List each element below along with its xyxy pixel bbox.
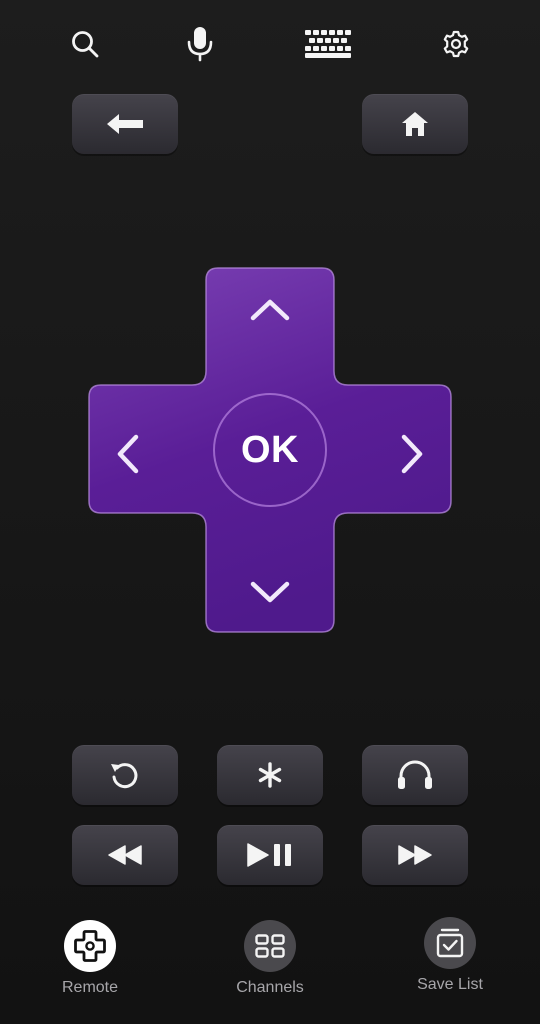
chevron-up-icon [250,299,290,321]
chevron-left-icon [117,434,139,474]
replay-icon [111,763,138,789]
chevron-right-icon [401,434,423,474]
channels-grid-icon [255,934,285,958]
back-button[interactable] [72,94,178,154]
play-pause-icon [247,843,291,867]
private-listening-button[interactable] [362,745,468,805]
options-button[interactable] [217,745,323,805]
nav-save-list-label: Save List [417,976,483,993]
voice-search-button[interactable] [178,22,222,66]
microphone-icon [187,27,213,62]
nav-channels[interactable]: Channels [210,920,330,998]
directional-pad: OK [88,267,452,633]
save-list-icon [436,928,464,958]
rewind-button[interactable] [72,825,178,885]
home-icon [402,112,428,136]
asterisk-icon [258,762,282,788]
headphones-icon [398,760,432,789]
nav-remote-label: Remote [61,979,119,996]
nav-save-list[interactable]: Save List [390,917,510,995]
nav-channels-label: Channels [236,979,304,996]
play-pause-button[interactable] [217,825,323,885]
nav-remote[interactable]: Remote [30,920,150,998]
home-button[interactable] [362,94,468,154]
fast-forward-icon [398,845,432,865]
keyboard-button[interactable] [305,22,351,66]
dpad-left-button[interactable] [90,387,206,511]
dpad-down-button[interactable] [208,515,332,631]
fast-forward-button[interactable] [362,825,468,885]
settings-button[interactable] [434,22,478,66]
back-arrow-icon [107,114,143,134]
nav-remote-circle [64,920,116,972]
dpad-right-button[interactable] [334,387,450,511]
ok-button[interactable]: OK [213,393,327,507]
search-button[interactable] [63,22,107,66]
dpad-icon [74,930,106,962]
rewind-icon [108,845,142,865]
search-icon [72,31,99,58]
nav-channels-circle [244,920,296,972]
keyboard-icon [305,30,351,58]
dpad-up-button[interactable] [208,269,332,385]
chevron-down-icon [250,581,290,603]
instant-replay-button[interactable] [72,745,178,805]
ok-label: OK [241,429,299,471]
gear-icon [443,30,469,58]
nav-save-list-circle [424,917,476,969]
